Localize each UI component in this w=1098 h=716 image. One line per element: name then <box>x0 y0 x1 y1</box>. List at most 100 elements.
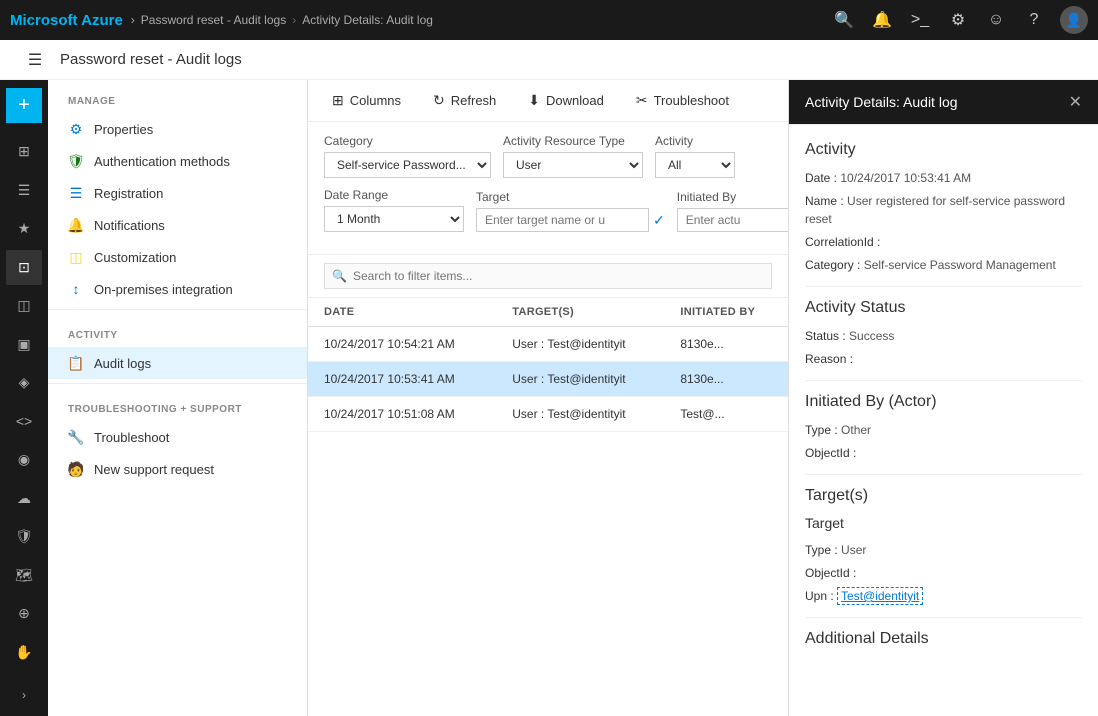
rp-correlation: CorrelationId : <box>805 233 1082 251</box>
sidebar-item-support[interactable]: 🧑 New support request <box>48 453 307 485</box>
create-resource-button[interactable]: + <box>6 88 42 123</box>
nav-divider-2 <box>48 383 307 384</box>
rp-actor-objectid-label: ObjectId : <box>805 446 856 460</box>
nav-divider-1 <box>48 309 307 310</box>
sidebar-icon-map[interactable]: 🗺 <box>6 558 42 593</box>
sidebar-icon-resources[interactable]: ☰ <box>6 173 42 208</box>
sidebar-icon-box[interactable]: ▣ <box>6 327 42 362</box>
support-label: New support request <box>94 462 214 477</box>
smiley-icon[interactable]: ☺ <box>984 8 1008 32</box>
sidebar-item-troubleshoot[interactable]: 🔧 Troubleshoot <box>48 421 307 453</box>
sidebar-icon-favorites[interactable]: ★ <box>6 212 42 247</box>
sidebar-icon-diamond[interactable]: ◈ <box>6 366 42 401</box>
nav-panel: MANAGE ⚙ Properties 🛡 Authentication met… <box>48 80 308 716</box>
rp-actor-type-label: Type : <box>805 423 838 437</box>
resource-type-select[interactable]: User <box>503 152 643 178</box>
terminal-icon[interactable]: >_ <box>908 8 932 32</box>
download-button[interactable]: ⬇ Download <box>520 88 612 113</box>
columns-icon: ⊞ <box>332 92 344 109</box>
sidebar-item-on-premises[interactable]: ↕ On-premises integration <box>48 273 307 305</box>
rp-activity-section: Activity <box>805 141 1082 159</box>
table-header-row: DATE TARGET(S) INITIATED BY <box>308 298 788 327</box>
rp-upn-value[interactable]: Test@identityit <box>837 587 923 605</box>
sidebar-item-auth-methods[interactable]: 🛡 Authentication methods <box>48 145 307 177</box>
rp-date-label: Date : <box>805 171 837 185</box>
initiated-by-input[interactable] <box>677 208 788 232</box>
sidebar-item-audit-logs[interactable]: 📋 Audit logs <box>48 347 307 379</box>
audit-log-table: DATE TARGET(S) INITIATED BY 10/24/2017 1… <box>308 298 788 432</box>
sidebar-item-notifications[interactable]: 🔔 Notifications <box>48 209 307 241</box>
target-filter: Target ✓ <box>476 190 665 232</box>
menu-button[interactable]: ☰ <box>20 45 50 75</box>
breadcrumb-item-1[interactable]: Password reset - Audit logs <box>141 13 286 27</box>
columns-button[interactable]: ⊞ Columns <box>324 88 409 113</box>
refresh-button[interactable]: ↻ Refresh <box>425 88 504 113</box>
avatar[interactable]: 👤 <box>1060 6 1088 34</box>
table-row[interactable]: 10/24/2017 10:53:41 AM User : Test@ident… <box>308 362 788 397</box>
target-check-icon: ✓ <box>653 212 665 229</box>
sidebar-icon-shield[interactable]: 🛡 <box>6 520 42 555</box>
brand-title[interactable]: Microsoft Azure <box>10 12 123 29</box>
sidebar-expand-button[interactable]: › <box>6 678 42 713</box>
auth-methods-label: Authentication methods <box>94 154 230 169</box>
activity-select[interactable]: All <box>655 152 735 178</box>
top-bar-icons: 🔍 🔔 >_ ⚙ ☺ ? 👤 <box>832 6 1088 34</box>
download-label: Download <box>546 93 604 108</box>
sidebar-icon-code[interactable]: <> <box>6 404 42 439</box>
rp-name-label: Name : <box>805 194 844 208</box>
bell-icon[interactable]: 🔔 <box>870 8 894 32</box>
filter-row-2: Date Range 1 Month 7 Days 30 Days Target… <box>324 188 772 232</box>
rp-target-type-label: Type : <box>805 543 838 557</box>
right-panel-close-button[interactable]: ✕ <box>1069 92 1082 112</box>
rp-additional-section: Additional Details <box>805 630 1082 648</box>
breadcrumb-item-2[interactable]: Activity Details: Audit log <box>302 13 433 27</box>
columns-label: Columns <box>350 93 401 108</box>
rp-targets-section: Target(s) <box>805 487 1082 505</box>
sidebar-icon-active[interactable]: ⊡ <box>6 250 42 285</box>
rp-name: Name : User registered for self-service … <box>805 192 1082 228</box>
filter-row-1: Category Self-service Password... Activi… <box>324 134 772 178</box>
table-row[interactable]: 10/24/2017 10:51:08 AM User : Test@ident… <box>308 397 788 432</box>
gear-icon[interactable]: ⚙ <box>946 8 970 32</box>
right-panel-content: Activity Date : 10/24/2017 10:53:41 AM N… <box>789 125 1098 716</box>
sidebar-icon-puzzle[interactable]: ⊕ <box>6 597 42 632</box>
rp-status-label: Status : <box>805 329 846 343</box>
help-icon[interactable]: ? <box>1022 8 1046 32</box>
sidebar-item-customization[interactable]: ◫ Customization <box>48 241 307 273</box>
cell-date: 10/24/2017 10:54:21 AM <box>308 327 496 362</box>
filter-area: Category Self-service Password... Activi… <box>308 122 788 255</box>
rp-category-label: Category : <box>805 258 860 272</box>
cell-initiated: 8130e... <box>664 327 788 362</box>
category-select[interactable]: Self-service Password... <box>324 152 491 178</box>
date-range-select[interactable]: 1 Month 7 Days 30 Days <box>324 206 464 232</box>
main-layout: + ⊞ ☰ ★ ⊡ ◫ ▣ ◈ <> ◉ ☁ 🛡 🗺 ⊕ ✋ › MANAGE … <box>0 80 1098 716</box>
rp-reason-label: Reason : <box>805 352 853 366</box>
sidebar-icon-services[interactable]: ◫ <box>6 289 42 324</box>
sidebar-item-registration[interactable]: ☰ Registration <box>48 177 307 209</box>
download-icon: ⬇ <box>528 92 540 109</box>
activity-section-title: ACTIVITY <box>48 314 307 347</box>
cell-date: 10/24/2017 10:53:41 AM <box>308 362 496 397</box>
refresh-label: Refresh <box>451 93 497 108</box>
troubleshoot-toolbar-button[interactable]: ✂ Troubleshoot <box>628 88 737 113</box>
initiated-by-filter: Initiated By <box>677 190 788 232</box>
breadcrumb: › Password reset - Audit logs › Activity… <box>131 13 824 27</box>
resource-type-filter: Activity Resource Type User <box>503 134 643 178</box>
sidebar-item-properties[interactable]: ⚙ Properties <box>48 113 307 145</box>
troubleshoot-toolbar-icon: ✂ <box>636 92 648 109</box>
icon-sidebar: + ⊞ ☰ ★ ⊡ ◫ ▣ ◈ <> ◉ ☁ 🛡 🗺 ⊕ ✋ › <box>0 80 48 716</box>
sidebar-icon-circle[interactable]: ◉ <box>6 443 42 478</box>
properties-icon: ⚙ <box>68 121 84 137</box>
search-icon[interactable]: 🔍 <box>832 8 856 32</box>
sidebar-icon-dashboard[interactable]: ⊞ <box>6 135 42 170</box>
rp-category: Category : Self-service Password Managem… <box>805 256 1082 274</box>
target-input[interactable] <box>476 208 649 232</box>
notifications-label: Notifications <box>94 218 165 233</box>
sidebar-icon-cloud[interactable]: ☁ <box>6 481 42 516</box>
sidebar-icon-hand[interactable]: ✋ <box>6 635 42 670</box>
troubleshoot-icon: 🔧 <box>68 429 84 445</box>
cell-date: 10/24/2017 10:51:08 AM <box>308 397 496 432</box>
search-icon: 🔍 <box>332 269 347 283</box>
search-input[interactable] <box>324 263 772 289</box>
table-row[interactable]: 10/24/2017 10:54:21 AM User : Test@ident… <box>308 327 788 362</box>
